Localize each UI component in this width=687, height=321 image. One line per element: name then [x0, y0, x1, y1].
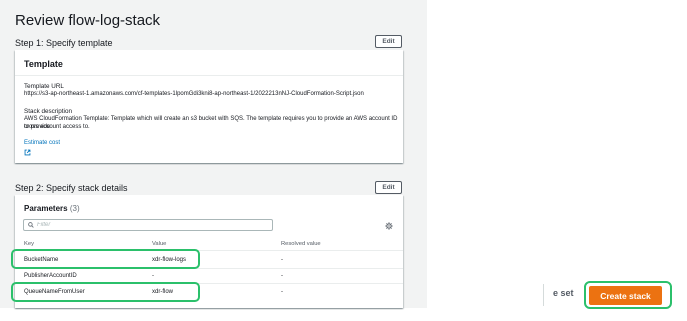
row-resolved: -: [281, 257, 283, 263]
parameters-title-text: Parameters: [24, 204, 68, 213]
stack-description-line2: cross account access to.: [24, 124, 90, 130]
gear-icon[interactable]: [385, 222, 393, 230]
template-url-value: https://s3-ap-northeast-1.amazonaws.com/…: [24, 91, 364, 97]
step2-heading: Step 2: Specify stack details: [15, 183, 128, 193]
previous-button-fragment[interactable]: e set: [553, 288, 574, 298]
column-header-key: Key: [24, 241, 34, 247]
column-header-resolved: Resolved value: [281, 241, 321, 247]
step1-heading: Step 1: Specify template: [15, 38, 113, 48]
create-stack-button[interactable]: Create stack: [589, 286, 662, 305]
step1-edit-button[interactable]: Edit: [375, 35, 402, 48]
parameters-title: Parameters (3): [24, 204, 80, 213]
external-link-icon[interactable]: [24, 149, 31, 156]
row-resolved: -: [281, 273, 283, 279]
highlight-bucketname-row: [11, 249, 200, 269]
filter-input[interactable]: [37, 222, 257, 228]
highlight-queuename-row: [11, 282, 200, 302]
template-card: Template Template URL https://s3-ap-nort…: [15, 50, 403, 163]
parameters-count: (3): [69, 204, 80, 213]
stack-description-label: Stack description: [24, 108, 72, 115]
search-icon: [28, 222, 34, 228]
step2-edit-button[interactable]: Edit: [375, 181, 402, 194]
template-url-label: Template URL: [24, 83, 64, 90]
row-resolved: -: [281, 289, 283, 295]
filter-input-box[interactable]: [23, 219, 273, 231]
estimate-cost-link[interactable]: Estimate cost: [24, 140, 60, 146]
column-header-value: Value: [152, 241, 167, 247]
row-value: -: [152, 273, 154, 279]
row-key: PublisherAccountID: [24, 273, 77, 279]
template-card-title: Template: [15, 50, 403, 76]
page-title: Review flow-log-stack: [15, 12, 161, 29]
button-divider: [543, 284, 544, 306]
